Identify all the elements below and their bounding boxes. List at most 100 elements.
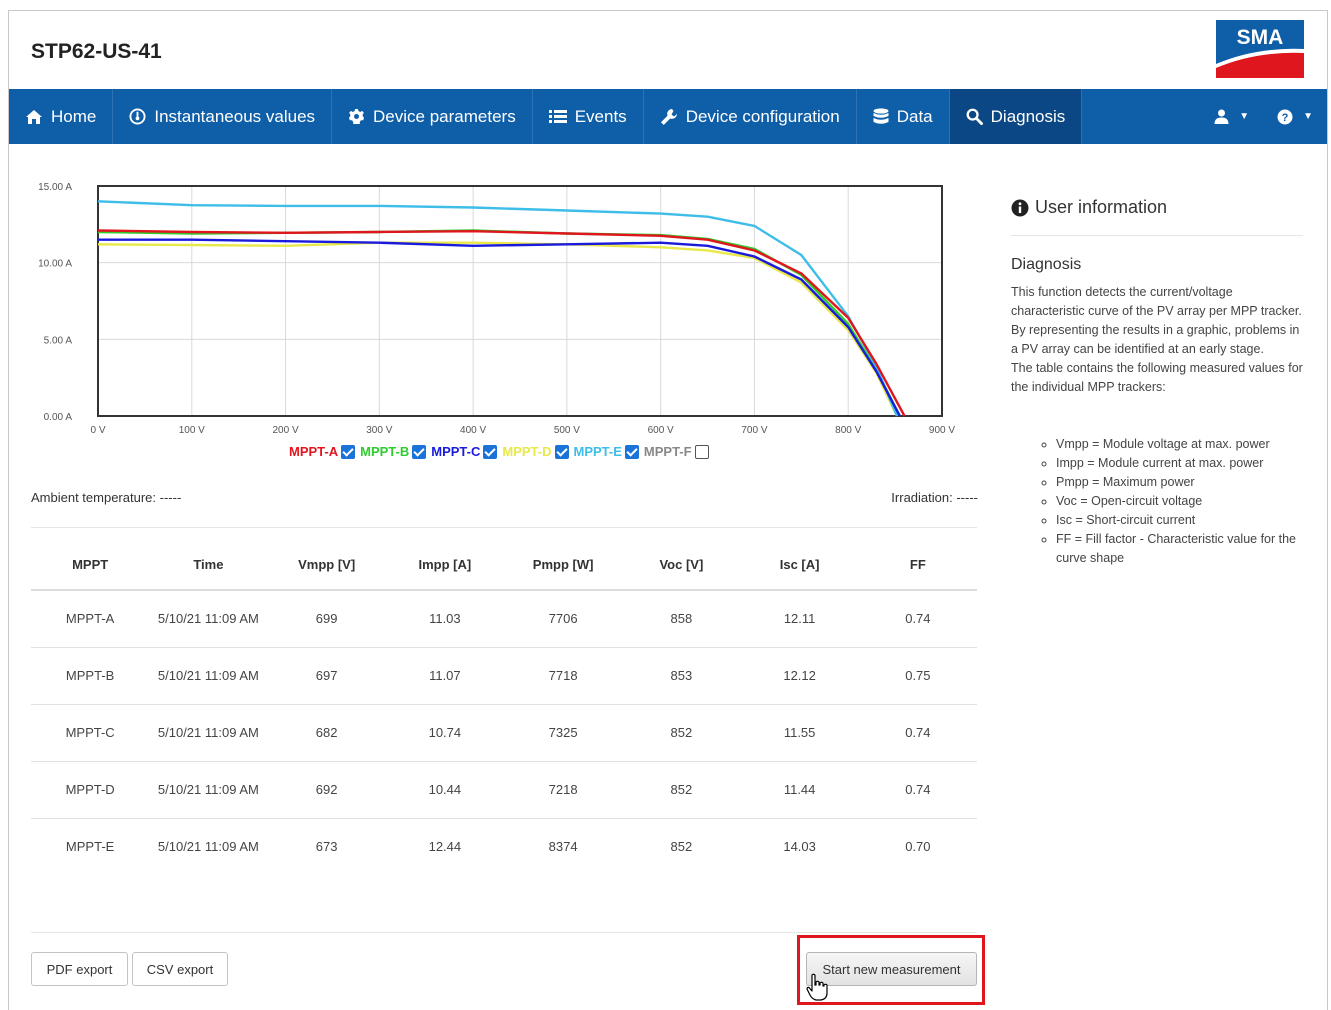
column-header: Time — [149, 540, 268, 591]
table-cell: 853 — [622, 647, 741, 705]
legend-item[interactable]: MPPT-A — [289, 444, 356, 459]
nav-home[interactable]: Home — [9, 89, 114, 144]
table-cell: 7325 — [504, 704, 623, 762]
y-tick-label: 15.00 A — [38, 182, 72, 193]
ambient-temperature-label: Ambient temperature: — [31, 490, 157, 505]
wrench-icon — [660, 108, 677, 125]
pdf-export-button[interactable]: PDF export — [31, 952, 128, 986]
column-header: Impp [A] — [385, 540, 504, 591]
table-cell: MPPT-A — [31, 590, 150, 648]
divider — [31, 527, 977, 528]
table-cell: 0.74 — [858, 761, 977, 819]
table-cell: 852 — [622, 761, 741, 819]
table-cell: 11.44 — [740, 761, 859, 819]
x-tick-label: 900 V — [929, 425, 955, 436]
nav-device-parameters-label: Device parameters — [373, 106, 516, 126]
sma-logo: SMA — [1216, 20, 1304, 78]
user-menu[interactable]: ▼ — [1200, 89, 1263, 144]
column-header: Voc [V] — [622, 540, 741, 591]
search-icon — [966, 108, 983, 125]
table-cell: 5/10/21 11:09 AM — [157, 839, 259, 855]
table-row: MPPT-E 5/10/21 11:09 AM 673 12.44 8374 852 14.… — [31, 818, 977, 875]
chevron-down-icon: ▼ — [1239, 111, 1250, 122]
table-cell: 0.75 — [858, 647, 977, 705]
legend-label: MPPT-E — [573, 444, 622, 459]
table-cell: 697 — [267, 647, 386, 705]
legend-label: MPPT-C — [431, 444, 481, 459]
legend-checkbox[interactable] — [483, 444, 498, 459]
table-row: MPPT-B 5/10/21 11:09 AM 697 11.07 7718 853 12.… — [31, 647, 977, 705]
start-new-measurement-button[interactable]: Start new measurement — [806, 952, 977, 986]
legend-item[interactable]: MPPT-E — [574, 444, 639, 459]
nav-data[interactable]: Data — [857, 89, 950, 144]
list-item: Isc = Short-circuit current — [1056, 511, 1306, 530]
ambient-temperature: Ambient temperature: ----- — [31, 490, 181, 505]
svg-text:?: ? — [1282, 112, 1289, 124]
chart-legend: MPPT-A MPPT-B MPPT-C MPPT-D MPPT-E MPPT-F — [289, 444, 711, 459]
legend-checkbox[interactable] — [624, 444, 639, 459]
column-header: Isc [A] — [740, 540, 859, 591]
table-header-row: MPPT Time Vmpp [V] Impp [A] Pmpp [W] Voc… — [31, 540, 977, 591]
gear-icon — [348, 108, 365, 125]
x-tick-label: 0 V — [90, 425, 105, 436]
table-cell: 699 — [267, 590, 386, 648]
table-cell: 682 — [267, 704, 386, 762]
list-icon — [548, 110, 567, 123]
csv-export-button[interactable]: CSV export — [132, 952, 228, 986]
user-icon — [1214, 109, 1229, 124]
table-row: MPPT-A 5/10/21 11:09 AM 699 11.03 7706 858 12.… — [31, 590, 977, 648]
legend-checkbox[interactable] — [412, 444, 427, 459]
irradiation-value: ----- — [956, 490, 978, 505]
help-paragraph: This function detects the current/voltag… — [1011, 285, 1302, 356]
table-cell: 12.44 — [428, 839, 462, 855]
legend-checkbox[interactable] — [554, 444, 569, 459]
table-cell: MPPT-B — [31, 647, 150, 705]
gauge-icon — [129, 108, 146, 125]
measurement-definitions-list: Vmpp = Module voltage at max. power Impp… — [1036, 435, 1306, 568]
device-title: STP62-US-41 — [31, 40, 162, 63]
table-cell: 858 — [622, 590, 741, 648]
column-header: Pmpp [W] — [504, 540, 623, 591]
legend-checkbox[interactable] — [341, 444, 356, 459]
logo-text: SMA — [1237, 26, 1284, 49]
nav-instantaneous-values[interactable]: Instantaneous values — [113, 89, 333, 144]
y-tick-label: 10.00 A — [38, 259, 72, 270]
nav-events[interactable]: Events — [533, 89, 644, 144]
x-tick-label: 400 V — [460, 425, 486, 436]
list-item: Voc = Open-circuit voltage — [1056, 492, 1306, 511]
list-item: Impp = Module current at max. power — [1056, 454, 1306, 473]
x-tick-label: 700 V — [741, 425, 767, 436]
column-header: Vmpp [V] — [267, 540, 386, 591]
irradiation: Irradiation: ----- — [891, 490, 978, 505]
table-cell: 852 — [670, 839, 693, 855]
divider — [1011, 235, 1303, 236]
legend-item[interactable]: MPPT-C — [431, 444, 498, 459]
legend-item[interactable]: MPPT-B — [360, 444, 427, 459]
user-information-title: User information — [1035, 197, 1168, 217]
legend-item[interactable]: MPPT-D — [502, 444, 569, 459]
nav-device-configuration[interactable]: Device configuration — [644, 89, 857, 144]
help-menu[interactable]: ? ▼ — [1263, 89, 1327, 144]
nav-diagnosis-label: Diagnosis — [990, 106, 1066, 126]
x-tick-label: 200 V — [272, 425, 298, 436]
legend-label: MPPT-A — [289, 444, 339, 459]
legend-checkbox[interactable] — [694, 444, 709, 459]
legend-label: MPPT-B — [360, 444, 410, 459]
table-cell: 11.07 — [385, 647, 504, 705]
divider — [31, 932, 977, 933]
table-cell: 12.12 — [740, 647, 859, 705]
table-cell: 0.70 — [905, 839, 931, 855]
nav-device-parameters[interactable]: Device parameters — [332, 89, 533, 144]
nav-device-configuration-label: Device configuration — [685, 106, 840, 126]
diagnosis-help-title: Diagnosis — [1011, 256, 1082, 273]
nav-diagnosis[interactable]: Diagnosis — [949, 89, 1083, 144]
x-tick-label: 500 V — [554, 425, 580, 436]
iv-curve-chart: 0 V 100 V 200 V 300 V 400 V 500 V 600 V 700 V 80… — [20, 170, 980, 470]
column-header: FF — [858, 540, 977, 591]
iv-curve-svg: 0 V 100 V 200 V 300 V 400 V 500 V 600 V 700 V 80… — [38, 182, 955, 436]
legend-item[interactable]: MPPT-F — [644, 444, 709, 459]
x-tick-label: 300 V — [366, 425, 392, 436]
database-icon — [873, 108, 889, 124]
list-item: Pmpp = Maximum power — [1056, 473, 1306, 492]
table-cell: 5/10/21 11:09 AM — [149, 647, 268, 705]
